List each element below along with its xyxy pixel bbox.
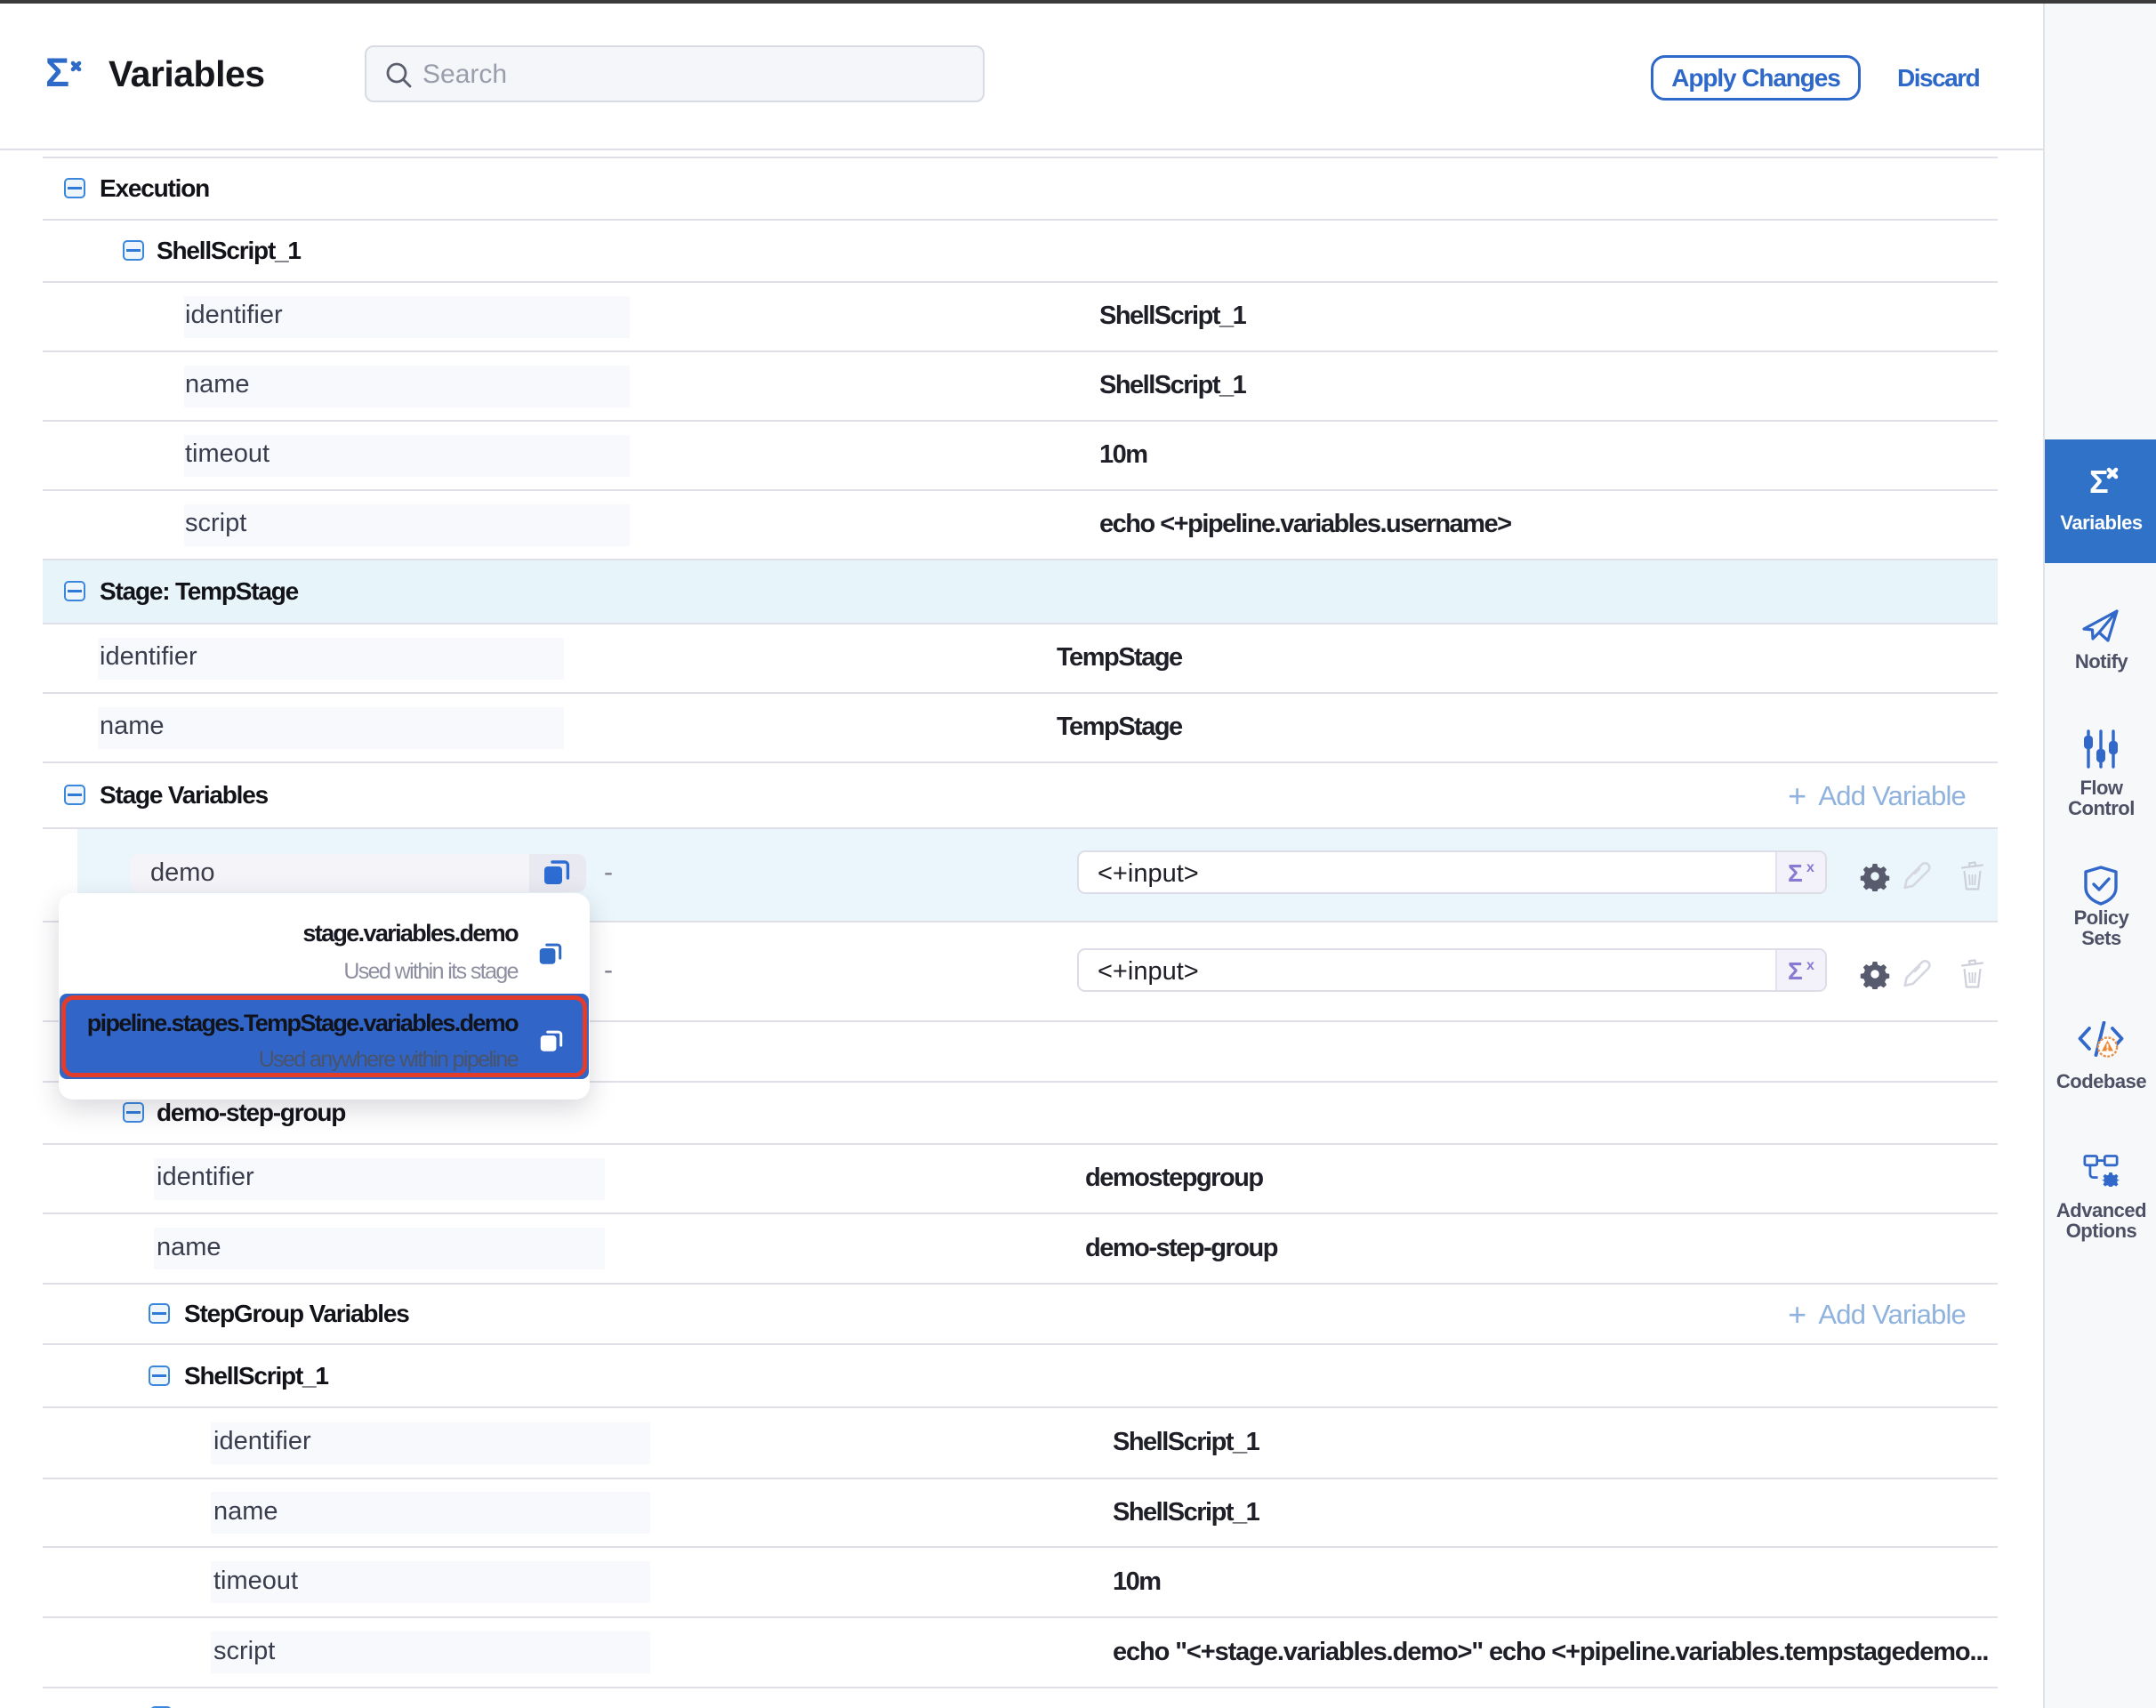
svg-text:x: x <box>1806 860 1814 875</box>
svg-text:Σ: Σ <box>1788 957 1803 985</box>
svg-text:Σ: Σ <box>45 52 69 91</box>
svg-text:Σ: Σ <box>1788 859 1803 887</box>
svg-text:Σ: Σ <box>2089 463 2109 500</box>
svg-text:x: x <box>1806 958 1814 973</box>
